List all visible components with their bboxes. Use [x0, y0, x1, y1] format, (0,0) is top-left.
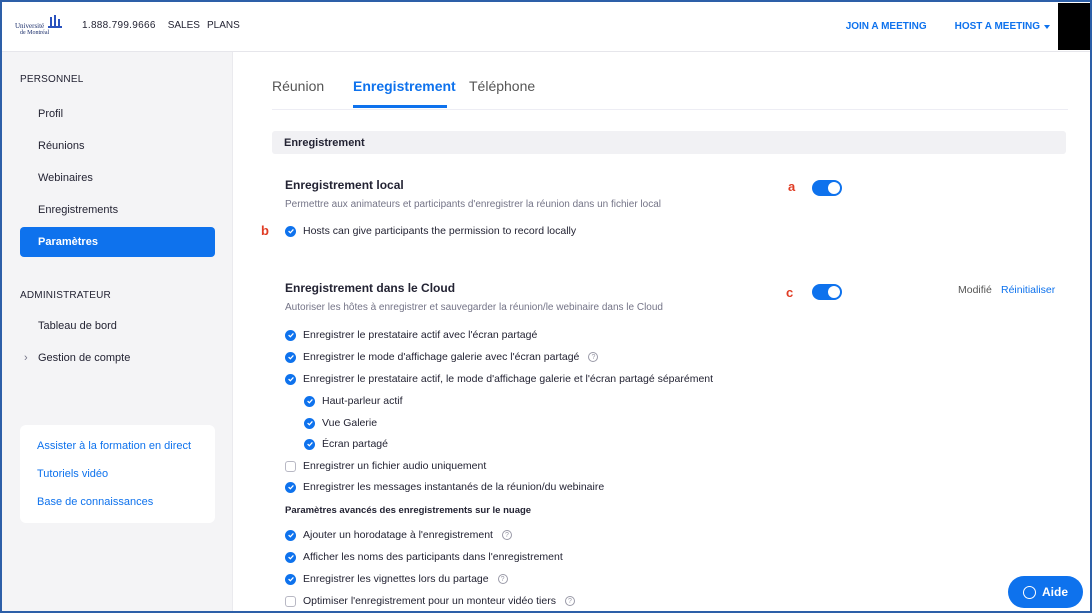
cloud-recording-toggle[interactable]	[812, 284, 842, 300]
checkbox-checked[interactable]	[285, 529, 296, 541]
cloud-recording-title: Enregistrement dans le Cloud	[285, 281, 456, 295]
chat-bubble-icon	[1022, 585, 1036, 599]
help-button[interactable]: Aide	[1008, 576, 1083, 608]
link-base-connaissances[interactable]: Base de connaissances	[37, 496, 153, 508]
advanced-option-label: Ajouter un horodatage à l'enregistrement	[303, 529, 493, 541]
checkbox-unchecked[interactable]	[285, 460, 296, 472]
cloud-option-label: Enregistrer le prestataire actif avec l'…	[303, 329, 538, 341]
advanced-option-row[interactable]: Optimiser l'enregistrement pour un monte…	[285, 595, 575, 607]
plans-link[interactable]: PLANS	[207, 20, 240, 31]
local-option-row[interactable]: Hosts can give participants the permissi…	[285, 225, 576, 237]
help-icon[interactable]: ?	[501, 530, 512, 540]
cloud-suboption-label: Écran partagé	[322, 438, 388, 450]
sidebar-item-gestion-de-compte[interactable]: › Gestion de compte	[20, 343, 215, 373]
checkbox-checked[interactable]	[285, 373, 296, 385]
cloud-suboption-label: Haut-parleur actif	[322, 395, 403, 407]
advanced-option-label: Enregistrer les vignettes lors du partag…	[303, 573, 489, 585]
settings-main: Réunion Enregistrement Téléphone Enregis…	[261, 52, 1068, 611]
local-recording-title: Enregistrement local	[285, 178, 404, 192]
sidebar-item-webinaires[interactable]: Webinaires	[20, 163, 215, 193]
cloud-recording-description: Autoriser les hôtes à enregistrer et sau…	[285, 302, 663, 313]
cloud-option-label: Enregistrer les messages instantanés de …	[303, 481, 605, 493]
cloud-suboption-row[interactable]: Haut-parleur actif	[304, 395, 403, 407]
advanced-option-label: Optimiser l'enregistrement pour un monte…	[303, 595, 556, 607]
checkbox-checked[interactable]	[285, 551, 296, 563]
checkbox-checked[interactable]	[285, 481, 296, 493]
link-tutoriels-video[interactable]: Tutoriels vidéo	[37, 468, 108, 480]
local-recording-toggle[interactable]	[812, 180, 842, 196]
help-button-label: Aide	[1041, 585, 1068, 599]
advanced-option-row[interactable]: Afficher les noms des participants dans …	[285, 551, 563, 563]
tab-enregistrement[interactable]: Enregistrement	[353, 78, 456, 94]
cloud-suboption-row[interactable]: Vue Galerie	[304, 417, 377, 429]
checkbox-checked[interactable]	[285, 573, 296, 585]
tab-reunion[interactable]: Réunion	[272, 78, 324, 94]
help-icon[interactable]: ?	[588, 352, 599, 362]
help-icon[interactable]: ?	[497, 574, 508, 584]
universite-logo[interactable]: Université de Montréal	[15, 14, 63, 38]
top-bar: Université de Montréal 1.888.799.9666 SA…	[2, 2, 1090, 52]
sidebar-item-parametres[interactable]: Paramètres	[20, 227, 215, 257]
logo-mark-icon	[46, 15, 62, 29]
advanced-option-row[interactable]: Enregistrer les vignettes lors du partag…	[285, 573, 508, 585]
local-recording-description: Permettre aux animateurs et participants…	[285, 199, 661, 210]
checkbox-checked[interactable]	[304, 395, 315, 407]
host-meeting-menu[interactable]: HOST A MEETING	[955, 21, 1050, 32]
advanced-settings-heading: Paramètres avancés des enregistrements s…	[285, 505, 532, 516]
annotation-b: b	[261, 223, 269, 238]
cloud-option-row[interactable]: Enregistrer les messages instantanés de …	[285, 481, 604, 493]
checkbox-unchecked[interactable]	[285, 595, 296, 607]
sidebar-item-label: Gestion de compte	[38, 352, 131, 364]
cloud-option-label: Enregistrer le mode d'affichage galerie …	[303, 351, 580, 363]
cloud-option-row[interactable]: Enregistrer le prestataire actif avec l'…	[285, 329, 537, 341]
local-option-label: Hosts can give participants the permissi…	[303, 225, 577, 237]
sidebar-item-profil[interactable]: Profil	[20, 99, 215, 129]
settings-tabs: Réunion Enregistrement Téléphone	[272, 52, 1068, 110]
cloud-suboption-row[interactable]: Écran partagé	[304, 438, 388, 450]
logo-line1: Université	[15, 22, 45, 30]
cloud-option-label: Enregistrer le prestataire actif, le mod…	[303, 373, 714, 385]
chevron-right-icon: ›	[24, 352, 28, 364]
phone-number[interactable]: 1.888.799.9666	[82, 20, 156, 31]
cloud-option-row[interactable]: Enregistrer le prestataire actif, le mod…	[285, 373, 713, 385]
advanced-option-label: Afficher les noms des participants dans …	[303, 551, 563, 563]
checkbox-checked[interactable]	[285, 351, 296, 363]
checkbox-checked[interactable]	[304, 417, 315, 429]
checkbox-checked[interactable]	[304, 438, 315, 450]
section-header: Enregistrement	[272, 131, 1066, 154]
cloud-option-row[interactable]: Enregistrer un fichier audio uniquement	[285, 460, 486, 472]
checkbox-checked[interactable]	[285, 329, 296, 341]
sidebar-item-tableau-de-bord[interactable]: Tableau de bord	[20, 311, 215, 341]
cloud-option-label: Enregistrer un fichier audio uniquement	[303, 460, 487, 472]
advanced-option-row[interactable]: Ajouter un horodatage à l'enregistrement…	[285, 529, 512, 541]
toggle-knob	[828, 182, 840, 194]
annotation-c: c	[786, 285, 794, 300]
help-icon[interactable]: ?	[564, 596, 575, 606]
sidebar-item-enregistrements[interactable]: Enregistrements	[20, 195, 215, 225]
toggle-knob	[828, 286, 840, 298]
join-meeting-link[interactable]: JOIN A MEETING	[846, 21, 927, 32]
host-meeting-label: HOST A MEETING	[954, 21, 1040, 32]
sidebar-heading-personal: PERSONNEL	[20, 74, 84, 85]
checkbox-checked[interactable]	[285, 225, 296, 237]
sidebar-item-reunions[interactable]: Réunions	[20, 131, 215, 161]
logo-line2: de Montréal	[20, 30, 50, 36]
active-tab-indicator	[353, 105, 447, 108]
modified-status: Modifié	[958, 284, 992, 296]
link-formation-direct[interactable]: Assister à la formation en direct	[37, 440, 191, 452]
reset-link[interactable]: Réinitialiser	[1001, 284, 1055, 296]
caret-down-icon	[1044, 24, 1050, 29]
tab-telephone[interactable]: Téléphone	[469, 78, 535, 94]
cloud-option-row[interactable]: Enregistrer le mode d'affichage galerie …	[285, 351, 599, 363]
cloud-suboption-label: Vue Galerie	[322, 417, 378, 429]
app-frame: Université de Montréal 1.888.799.9666 SA…	[0, 0, 1092, 613]
sidebar-heading-admin: ADMINISTRATEUR	[20, 290, 111, 301]
sidebar: PERSONNEL Profil Réunions Webinaires Enr…	[2, 52, 233, 611]
redacted-avatar[interactable]	[1058, 3, 1090, 50]
sales-link[interactable]: SALES	[168, 20, 200, 31]
resources-card: Assister à la formation en direct Tutori…	[20, 425, 215, 523]
annotation-a: a	[788, 179, 796, 194]
